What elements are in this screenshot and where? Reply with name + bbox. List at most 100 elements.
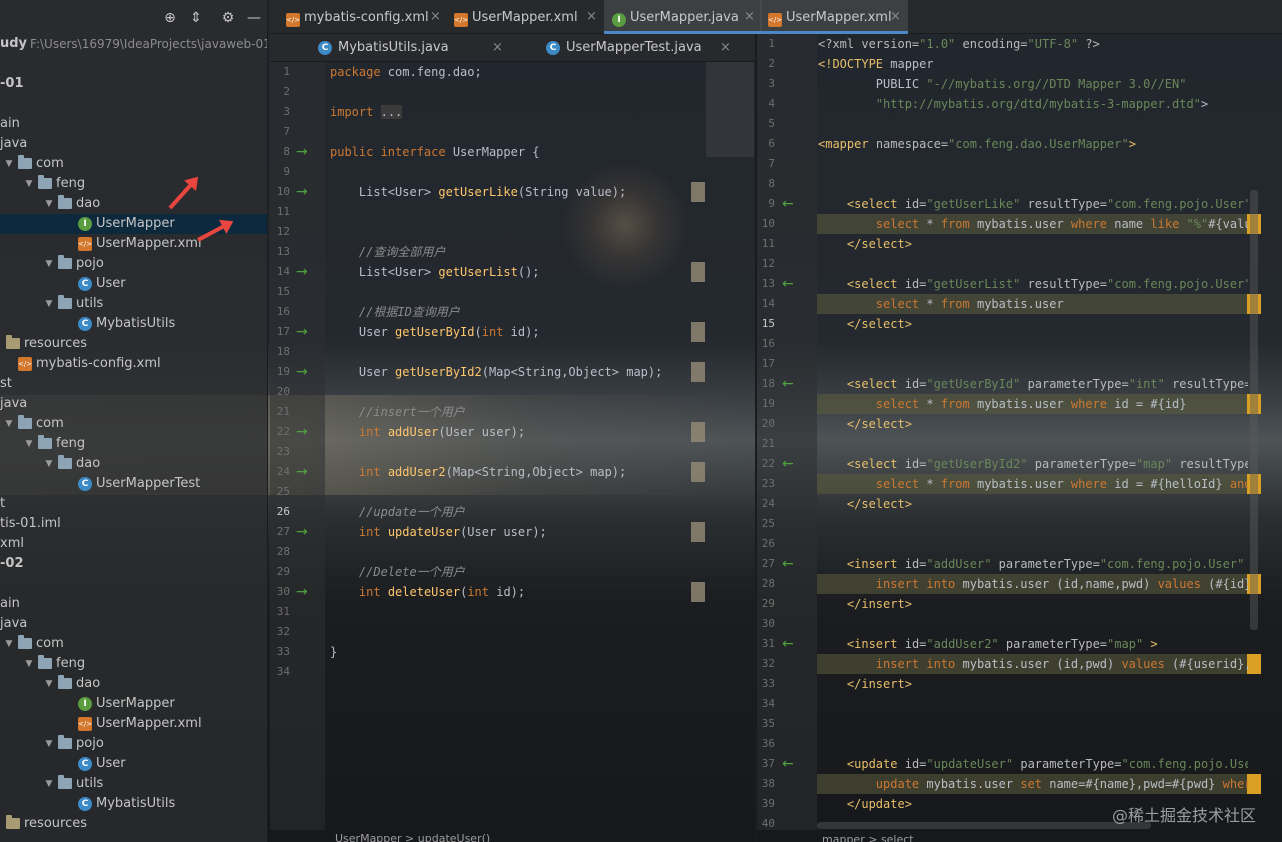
line-number: 27 — [761, 557, 775, 570]
navigate-back-arrow-icon[interactable]: ← — [782, 194, 794, 214]
tree-item[interactable]: ▼ pojo — [0, 734, 267, 754]
editor-tab[interactable]: </> mybatis-config.xml × — [278, 0, 448, 34]
close-icon[interactable]: × — [744, 0, 755, 37]
tree-item[interactable]: t — [0, 494, 267, 514]
tree-item[interactable]: ▼ com — [0, 414, 267, 434]
tree-item[interactable]: -02 — [0, 554, 267, 574]
tree-item[interactable]: C UserMapperTest — [0, 474, 267, 494]
implemented-arrow-icon[interactable]: → — [296, 262, 308, 282]
chevron-down-icon[interactable]: ▼ — [44, 194, 54, 214]
warning-marker[interactable] — [1247, 654, 1261, 674]
editor-tab[interactable]: I UserMapper.java × — [604, 0, 762, 34]
editor-tabbar: </> mybatis-config.xml × </> UserMapper.xml ×… — [270, 0, 1282, 34]
collapse-icon[interactable]: ⇕ — [188, 10, 204, 26]
tab-label: UserMapperTest.java — [566, 40, 702, 55]
chevron-down-icon[interactable]: ▼ — [44, 774, 54, 794]
line-number: 8 — [768, 177, 775, 190]
chevron-down-icon[interactable]: ▼ — [24, 434, 34, 454]
tree-item[interactable]: ▼ dao — [0, 454, 267, 474]
tree-item[interactable]: ▼ com — [0, 154, 267, 174]
xml-horizontal-scrollbar[interactable] — [817, 822, 1151, 829]
navigate-back-arrow-icon[interactable]: ← — [782, 634, 794, 654]
chevron-down-icon[interactable]: ▼ — [4, 634, 14, 654]
chevron-down-icon[interactable]: ▼ — [24, 174, 34, 194]
navigate-back-arrow-icon[interactable]: ← — [782, 454, 794, 474]
implemented-arrow-icon[interactable]: → — [296, 322, 308, 342]
chevron-down-icon[interactable]: ▼ — [44, 294, 54, 314]
implemented-arrow-icon[interactable]: → — [296, 182, 308, 202]
code-line: int addUser2(Map<String,Object> map); — [358, 465, 627, 479]
navigate-back-arrow-icon[interactable]: ← — [782, 754, 794, 774]
chevron-down-icon[interactable]: ▼ — [4, 414, 14, 434]
chevron-down-icon[interactable]: ▼ — [44, 674, 54, 694]
chevron-down-icon[interactable]: ▼ — [44, 454, 54, 474]
warning-marker[interactable] — [691, 262, 705, 282]
tree-item[interactable]: ▼ utils — [0, 774, 267, 794]
warning-marker[interactable] — [1247, 774, 1261, 794]
tree-item[interactable]: java — [0, 614, 267, 634]
crosshair-icon[interactable]: ⊕ — [162, 10, 178, 26]
warning-marker[interactable] — [691, 362, 705, 382]
tree-item[interactable]: ▼ dao — [0, 194, 267, 214]
tree-item[interactable]: ain — [0, 114, 267, 134]
tree-item[interactable]: resources — [0, 334, 267, 354]
navigate-back-arrow-icon[interactable]: ← — [782, 554, 794, 574]
editor-tab[interactable]: </> UserMapper.xml × — [760, 0, 908, 34]
tree-item[interactable]: tis-01.iml — [0, 514, 267, 534]
tree-item[interactable]: ▼ feng — [0, 174, 267, 194]
tree-item[interactable]: I UserMapper — [0, 694, 267, 714]
tree-item[interactable]: ▼ feng — [0, 434, 267, 454]
tree-item[interactable]: st — [0, 374, 267, 394]
line-number: 24 — [276, 465, 290, 478]
tree-item[interactable]: -01 — [0, 74, 267, 94]
tree-item[interactable]: </> UserMapper.xml — [0, 714, 267, 734]
implemented-arrow-icon[interactable]: → — [296, 142, 308, 162]
tree-item[interactable]: C User — [0, 274, 267, 294]
close-icon[interactable]: × — [586, 0, 597, 37]
tree-item[interactable]: ▼ utils — [0, 294, 267, 314]
warning-marker[interactable] — [691, 182, 705, 202]
tree-item[interactable]: ▼ dao — [0, 674, 267, 694]
editor-tab[interactable]: </> UserMapper.xml × — [446, 0, 604, 34]
tree-item[interactable] — [0, 574, 267, 594]
tree-item[interactable]: </> mybatis-config.xml — [0, 354, 267, 374]
editor-tab[interactable]: C UserMapperTest.java × — [542, 34, 742, 62]
tree-item[interactable]: java — [0, 134, 267, 154]
tree-item[interactable]: ▼ com — [0, 634, 267, 654]
warning-marker[interactable] — [691, 462, 705, 482]
chevron-down-icon[interactable]: ▼ — [44, 734, 54, 754]
warning-marker[interactable] — [691, 582, 705, 602]
navigate-back-arrow-icon[interactable]: ← — [782, 274, 794, 294]
navigate-back-arrow-icon[interactable]: ← — [782, 374, 794, 394]
project-root[interactable]: udy F:\Users\16979\IdeaProjects\javaweb-… — [0, 34, 267, 54]
close-icon[interactable]: × — [430, 0, 441, 37]
close-icon[interactable]: × — [492, 34, 503, 62]
close-icon[interactable]: × — [720, 34, 731, 62]
chevron-down-icon[interactable]: ▼ — [4, 154, 14, 174]
tree-item[interactable]: C User — [0, 754, 267, 774]
editor-tab[interactable]: C MybatisUtils.java × — [314, 34, 514, 62]
xml-vertical-scrollbar[interactable] — [1250, 190, 1258, 630]
tree-item[interactable]: ▼ pojo — [0, 254, 267, 274]
implemented-arrow-icon[interactable]: → — [296, 522, 308, 542]
gear-icon[interactable]: ⚙ — [220, 10, 236, 26]
tree-item[interactable]: java — [0, 394, 267, 414]
warning-marker[interactable] — [691, 522, 705, 542]
tree-item[interactable]: </> UserMapper.xml — [0, 234, 267, 254]
tree-item[interactable]: ▼ feng — [0, 654, 267, 674]
implemented-arrow-icon[interactable]: → — [296, 422, 308, 442]
tree-item[interactable]: C MybatisUtils — [0, 314, 267, 334]
minimize-icon[interactable]: — — [246, 10, 262, 26]
implemented-arrow-icon[interactable]: → — [296, 582, 308, 602]
tree-item[interactable]: xml — [0, 534, 267, 554]
chevron-down-icon[interactable]: ▼ — [24, 654, 34, 674]
implemented-arrow-icon[interactable]: → — [296, 362, 308, 382]
warning-marker[interactable] — [691, 322, 705, 342]
tree-item[interactable]: ain — [0, 594, 267, 614]
implemented-arrow-icon[interactable]: → — [296, 462, 308, 482]
tree-item[interactable]: C MybatisUtils — [0, 794, 267, 814]
chevron-down-icon[interactable]: ▼ — [44, 254, 54, 274]
close-icon[interactable]: × — [890, 0, 901, 37]
warning-marker[interactable] — [691, 422, 705, 442]
tree-item[interactable]: resources — [0, 814, 267, 834]
